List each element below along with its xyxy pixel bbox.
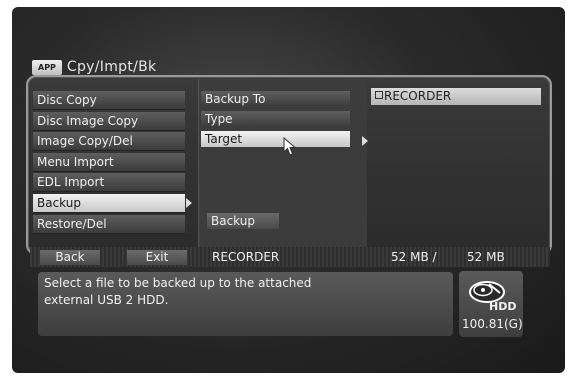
backup-to-value[interactable]: RECORDER [371,88,541,105]
left-menu: Disc Copy Disc Image Copy Image Copy/Del… [33,91,192,235]
menu-item-label: Disc Copy [37,93,97,107]
menu-item-label: Backup [37,195,81,210]
total-space: 52 MB [467,250,505,264]
backup-to-value-text: RECORDER [384,89,452,103]
exit-button[interactable]: Exit [127,250,187,265]
used-space: 52 MB / [391,250,437,264]
hdd-status: HDD 100.81(G) [459,271,523,337]
menu-item-label: Disc Image Copy [37,113,139,128]
chevron-right-icon [362,136,368,146]
app-badge: APP [32,59,62,75]
menu-item-disc-image-copy[interactable]: Disc Image Copy [33,111,185,131]
checkbox-icon [375,91,383,99]
menu-item-label: Image Copy/Del [37,134,133,149]
menu-item-restore-del[interactable]: Restore/Del [33,214,185,234]
help-line-1: Select a file to be backed up to the att… [44,276,312,290]
submenu-item-backup-to[interactable]: Backup To [201,91,350,107]
chevron-right-icon [186,197,192,208]
help-line-2: external USB 2 HDD. [44,293,169,307]
hdd-capacity: 100.81(G) [462,317,523,331]
back-button[interactable]: Back [40,250,100,265]
help-message: Select a file to be backed up to the att… [38,272,453,336]
menu-item-image-copy-del[interactable]: Image Copy/Del [33,132,185,152]
hdd-label: HDD [489,300,517,313]
menu-item-menu-import[interactable]: Menu Import [33,152,185,172]
menu-item-label: Restore/Del [37,216,107,231]
menu-item-disc-copy[interactable]: Disc Copy [33,91,185,110]
menu-item-backup[interactable]: Backup [33,193,192,213]
submenu-item-type[interactable]: Type [201,111,350,127]
menu-item-label: Menu Import [37,154,114,169]
menu-item-label: EDL Import [37,175,105,190]
backup-button[interactable]: Backup [207,213,279,229]
page-title: Cpy/Impt/Bk [66,59,157,75]
pointer-cursor-icon [283,137,297,156]
device-name: RECORDER [212,250,280,264]
status-bar: Back Exit RECORDER 52 MB / 52 MB [30,247,550,267]
submenu-item-target[interactable]: Target [201,131,350,147]
menu-item-edl-import[interactable]: EDL Import [33,173,185,193]
